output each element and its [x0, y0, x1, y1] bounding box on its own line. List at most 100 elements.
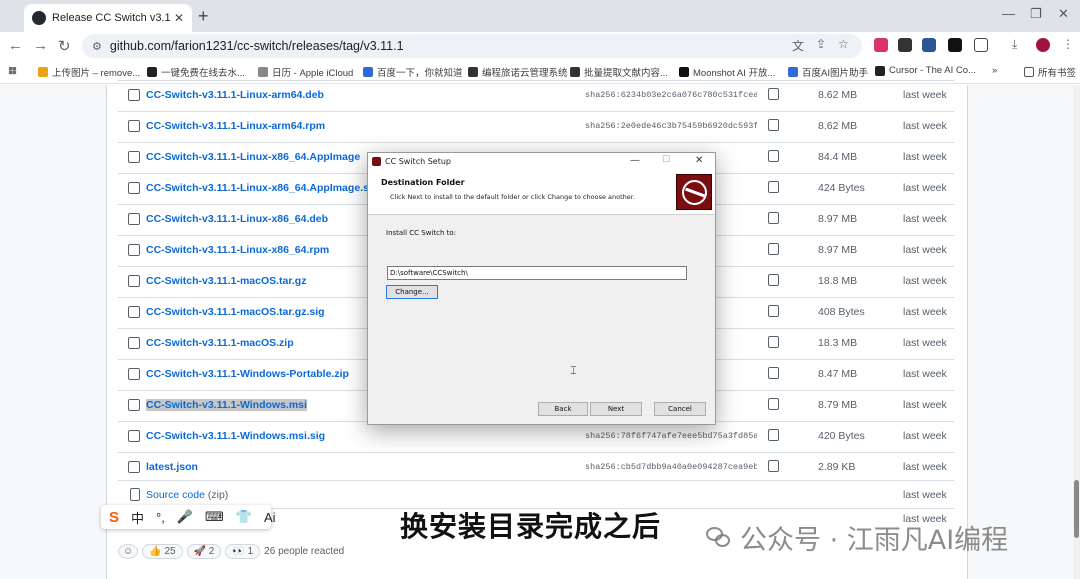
wechat-icon — [706, 526, 732, 549]
asset-link[interactable]: CC-Switch-v3.11.1-Linux-x86_64.AppImage.… — [146, 182, 378, 194]
address-bar[interactable]: ⚙ github.com/farion1231/cc-switch/releas… — [82, 34, 862, 58]
copy-icon[interactable] — [768, 212, 779, 224]
dialog-subheading: Click Next to install to the default fol… — [390, 193, 635, 201]
asset-size: 18.3 MB — [818, 337, 858, 349]
bookmark-item[interactable]: 编程旅诺云管理系统 — [468, 65, 568, 79]
ime-punctuation-icon[interactable]: °, — [156, 510, 165, 525]
restore-icon[interactable]: ❐ — [1030, 6, 1042, 22]
dialog-heading: Destination Folder — [381, 178, 465, 187]
bookmark-star-icon[interactable]: ☆ — [838, 37, 849, 51]
bookmark-item[interactable]: 日历 - Apple iCloud — [258, 65, 353, 79]
asset-link[interactable]: CC-Switch-v3.11.1-Linux-x86_64.rpm — [146, 244, 329, 256]
all-bookmarks[interactable]: 所有书签 — [1024, 65, 1076, 79]
copy-icon[interactable] — [768, 460, 779, 472]
reload-icon[interactable]: ↻ — [58, 37, 71, 55]
package-icon — [128, 461, 140, 473]
ime-mic-icon[interactable]: 🎤 — [177, 509, 193, 525]
asset-link[interactable]: CC-Switch-v3.11.1-macOS.zip — [146, 337, 294, 349]
asset-link[interactable]: CC-Switch-v3.11.1-Windows.msi — [146, 399, 307, 411]
bookmark-item[interactable]: Cursor - The AI Co... — [875, 65, 976, 76]
minimize-icon[interactable]: — — [1002, 6, 1015, 21]
back-button[interactable]: Back — [538, 402, 588, 416]
back-arrow-icon[interactable]: ← — [8, 37, 23, 54]
asset-size: 8.62 MB — [818, 89, 858, 101]
install-path-field[interactable]: D:\software\CCSwitch\ — [387, 266, 687, 280]
extensions-puzzle-icon[interactable] — [974, 38, 988, 52]
forward-arrow-icon[interactable]: → — [33, 37, 48, 54]
asset-row[interactable]: CC-Switch-v3.11.1-Linux-arm64.rpm sha256:… — [118, 111, 954, 142]
add-reaction-icon[interactable]: ☺ — [118, 544, 139, 559]
folder-icon — [1024, 67, 1034, 77]
tab-release[interactable]: Release CC Switch v3.11.1 · fa ✕ — [24, 4, 192, 32]
translate-icon[interactable]: 文 — [792, 37, 804, 54]
bookmark-item[interactable]: 上传图片 – remove... — [38, 65, 140, 79]
asset-link[interactable]: CC-Switch-v3.11.1-Windows.msi.sig — [146, 430, 325, 442]
asset-row[interactable]: CC-Switch-v3.11.1-Windows.msi.sig sha256:… — [118, 421, 954, 452]
bookmark-item[interactable]: 批量提取文献内容... — [570, 65, 668, 79]
asset-link[interactable]: CC-Switch-v3.11.1-Windows-Portable.zip — [146, 368, 349, 380]
extension-icon-3[interactable] — [922, 38, 936, 52]
watermark: 公众号 · 江雨凡AI编程 — [706, 518, 1008, 557]
menu-dots-icon[interactable]: ⋮ — [1062, 37, 1074, 51]
extension-icon-1[interactable] — [874, 38, 888, 52]
asset-row[interactable]: CC-Switch-v3.11.1-Linux-arm64.deb sha256:… — [118, 80, 954, 111]
reaction-rocket[interactable]: 🚀 2 — [186, 544, 222, 559]
package-icon — [128, 399, 140, 411]
asset-link[interactable]: CC-Switch-v3.11.1-macOS.tar.gz — [146, 275, 306, 287]
copy-icon[interactable] — [768, 119, 779, 131]
extension-icon-4[interactable] — [948, 38, 962, 52]
installer-dialog: CC Switch Setup — ☐ ✕ Destination Folder… — [367, 152, 716, 425]
dialog-maximize-icon[interactable]: ☐ — [662, 155, 670, 165]
dialog-header: Destination Folder Click Next to install… — [368, 171, 715, 215]
copy-icon[interactable] — [768, 88, 779, 100]
cancel-button[interactable]: Cancel — [654, 402, 706, 416]
reaction-thumbs-up[interactable]: 👍 25 — [142, 544, 183, 559]
asset-link[interactable]: CC-Switch-v3.11.1-Linux-x86_64.deb — [146, 213, 328, 225]
sogou-logo-icon[interactable]: S — [109, 509, 119, 526]
copy-icon[interactable] — [768, 150, 779, 162]
copy-icon[interactable] — [768, 305, 779, 317]
dialog-minimize-icon[interactable]: — — [630, 155, 640, 166]
asset-link[interactable]: CC-Switch-v3.11.1-Linux-x86_64.AppImage — [146, 151, 360, 163]
bookmark-item[interactable]: 百度一下，你就知道 — [363, 65, 463, 79]
close-window-icon[interactable]: ✕ — [1058, 6, 1069, 22]
change-button[interactable]: Change... — [386, 285, 438, 299]
asset-link[interactable]: CC-Switch-v3.11.1-Linux-arm64.rpm — [146, 120, 325, 132]
source-code-suffix: (zip) — [207, 489, 229, 501]
asset-row[interactable]: latest.json sha256:cb5d7dbb9a40a0e094287c… — [118, 452, 954, 483]
bookmarks-overflow-icon[interactable]: » — [992, 65, 997, 76]
asset-link[interactable]: latest.json — [146, 461, 198, 473]
new-tab-button[interactable]: + — [198, 6, 209, 27]
site-info-icon[interactable]: ⚙ — [92, 40, 102, 53]
install-app-icon[interactable]: ⇪ — [816, 37, 826, 51]
asset-link[interactable]: CC-Switch-v3.11.1-macOS.tar.gz.sig — [146, 306, 325, 318]
ime-toolbar: S 中 °, 🎤 ⌨ 👕 Ai — [101, 505, 276, 529]
bookmark-item[interactable]: Moonshot AI 开放... — [679, 65, 775, 79]
download-icon[interactable]: ⤓ — [1012, 37, 1017, 52]
copy-icon[interactable] — [768, 398, 779, 410]
ime-skin-icon[interactable]: 👕 — [236, 509, 252, 525]
dialog-close-icon[interactable]: ✕ — [695, 155, 703, 166]
ime-keyboard-icon[interactable]: ⌨ — [205, 509, 224, 525]
reaction-eyes[interactable]: 👀 1 — [225, 544, 261, 559]
scrollbar-thumb[interactable] — [1074, 480, 1079, 538]
bookmark-item[interactable]: 一键免费在线去水... — [147, 65, 245, 79]
copy-icon[interactable] — [768, 181, 779, 193]
profile-avatar[interactable] — [1036, 38, 1050, 52]
copy-icon[interactable] — [768, 336, 779, 348]
next-button[interactable]: Next — [590, 402, 642, 416]
tab-close-icon[interactable]: ✕ — [174, 11, 184, 25]
copy-icon[interactable] — [768, 429, 779, 441]
copy-icon[interactable] — [768, 367, 779, 379]
asset-size: 424 Bytes — [818, 182, 865, 194]
asset-date: last week — [903, 306, 947, 318]
extension-icon-2[interactable] — [898, 38, 912, 52]
copy-icon[interactable] — [768, 243, 779, 255]
ime-ai-icon[interactable]: Ai — [264, 510, 276, 525]
copy-icon[interactable] — [768, 274, 779, 286]
apps-grid-icon[interactable]: ▦ — [8, 65, 17, 76]
ime-lang-toggle[interactable]: 中 — [131, 508, 144, 527]
asset-link[interactable]: CC-Switch-v3.11.1-Linux-arm64.deb — [146, 89, 324, 101]
asset-date: last week — [903, 89, 947, 101]
bookmark-item[interactable]: 百度AI图片助手 — [788, 65, 868, 79]
